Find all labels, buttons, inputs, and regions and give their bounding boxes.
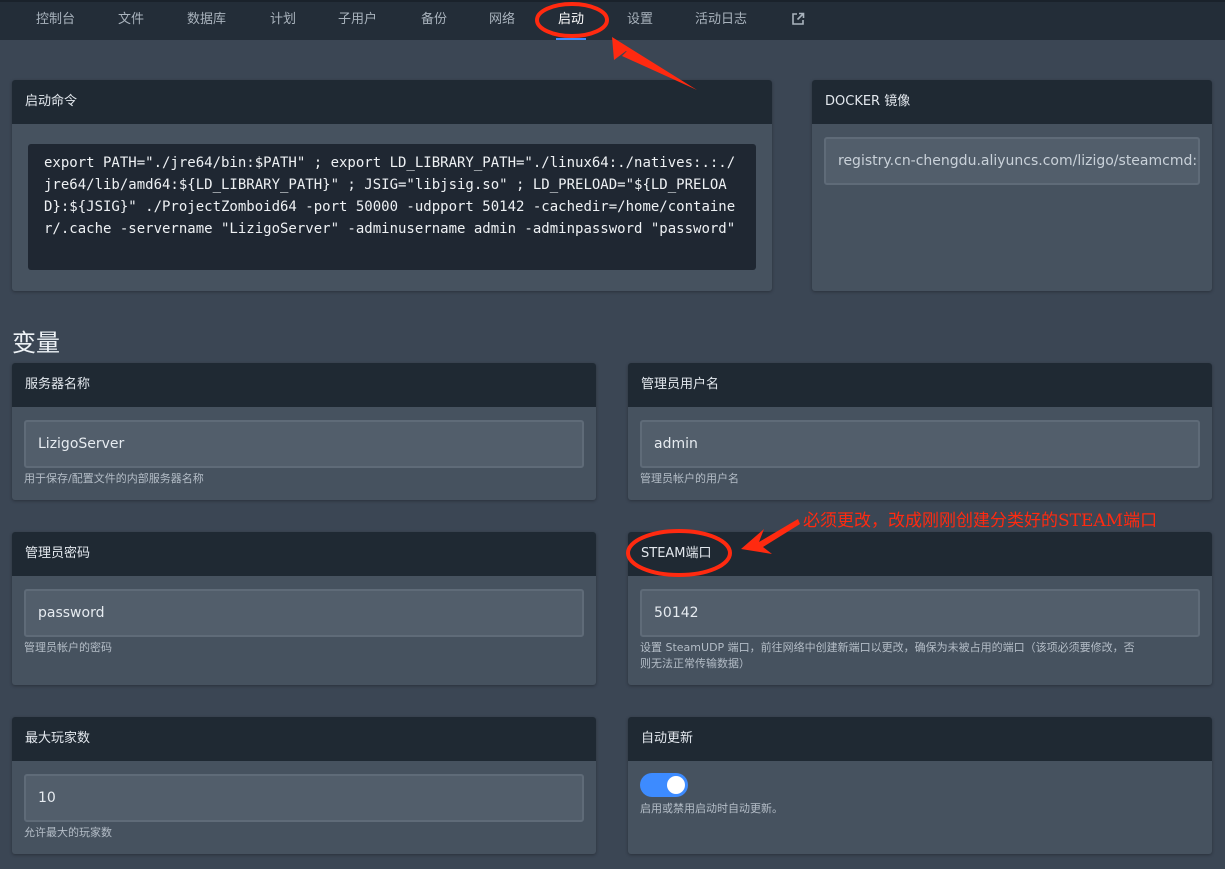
docker-image-field: registry.cn-chengdu.aliyuncs.com/lizigo/… [824,137,1200,185]
admin-username-label: 管理员用户名 [628,363,1212,407]
variables-heading: 变量 [12,329,60,357]
tab-network[interactable]: 网络 [489,2,515,40]
server-name-hint: 用于保存/配置文件的内部服务器名称 [24,472,204,485]
steam-port-input[interactable]: 50142 [640,589,1200,637]
steam-port-label: STEAM端口 [628,532,1212,576]
admin-password-card: 管理员密码 password 管理员帐户的密码 [12,532,596,685]
tab-activity-log[interactable]: 活动日志 [695,2,747,40]
auto-update-hint: 启用或禁用启动时自动更新。 [640,802,783,815]
startup-command-title: 启动命令 [12,80,772,124]
tab-startup[interactable]: 启动 [555,2,587,40]
tab-backups[interactable]: 备份 [421,2,447,40]
steam-port-hint-line2: 则无法正常传输数据） [640,657,750,670]
toggle-knob [667,776,685,794]
admin-username-card: 管理员用户名 admin 管理员帐户的用户名 [628,363,1212,500]
server-name-input[interactable]: LizigoServer [24,420,584,468]
admin-password-label: 管理员密码 [12,532,596,576]
max-players-label: 最大玩家数 [12,717,596,761]
max-players-hint: 允许最大的玩家数 [24,826,112,839]
admin-username-input[interactable]: admin [640,420,1200,468]
server-name-card: 服务器名称 LizigoServer 用于保存/配置文件的内部服务器名称 [12,363,596,500]
tab-databases[interactable]: 数据库 [187,2,226,40]
tab-files[interactable]: 文件 [118,2,144,40]
tab-subusers[interactable]: 子用户 [338,2,377,40]
top-navigation: 控制台 文件 数据库 计划 子用户 备份 网络 启动 设置 活动日志 [0,0,1225,40]
max-players-input[interactable]: 10 [24,774,584,822]
annotation-note: 必须更改，改成刚刚创建分类好的STEAM端口 [803,511,1158,531]
docker-image-card: DOCKER 镜像 registry.cn-chengdu.aliyuncs.c… [812,80,1212,291]
auto-update-card: 自动更新 启用或禁用启动时自动更新。 [628,717,1212,854]
steam-port-hint-line1: 设置 SteamUDP 端口，前往网络中创建新端口以更改，确保为未被占用的端口（… [640,641,1135,654]
auto-update-toggle[interactable] [640,773,688,797]
startup-command-text: export PATH="./jre64/bin:$PATH" ; export… [28,144,756,270]
startup-command-card: 启动命令 export PATH="./jre64/bin:$PATH" ; e… [12,80,772,291]
tab-console[interactable]: 控制台 [36,2,75,40]
docker-image-title: DOCKER 镜像 [812,80,1212,124]
max-players-card: 最大玩家数 10 允许最大的玩家数 [12,717,596,854]
admin-password-input[interactable]: password [24,589,584,637]
auto-update-label: 自动更新 [628,717,1212,761]
tab-schedules[interactable]: 计划 [270,2,296,40]
steam-port-card: STEAM端口 50142 设置 SteamUDP 端口，前往网络中创建新端口以… [628,532,1212,685]
admin-password-hint: 管理员帐户的密码 [24,641,112,654]
server-name-label: 服务器名称 [12,363,596,407]
tab-settings[interactable]: 设置 [627,2,653,40]
admin-username-hint: 管理员帐户的用户名 [640,472,739,485]
external-link-icon[interactable] [791,12,805,26]
